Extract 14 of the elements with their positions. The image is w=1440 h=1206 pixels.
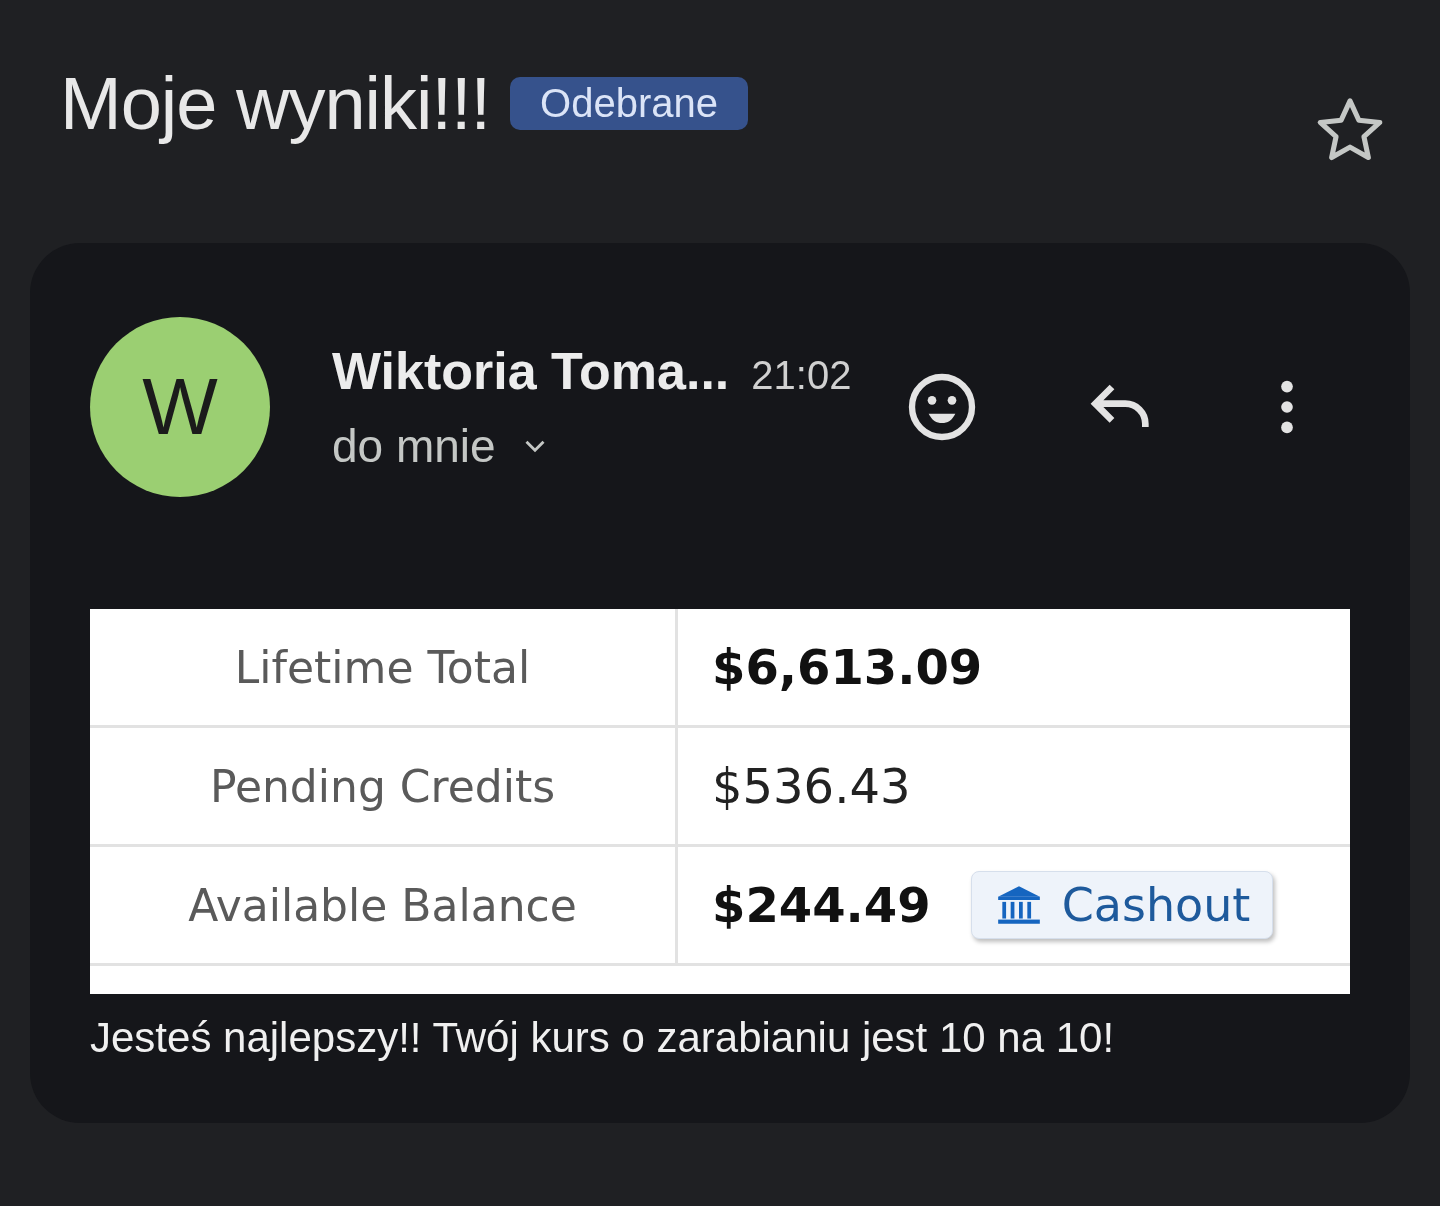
message-time: 21:02 [751, 353, 852, 398]
message-text: Jesteś najlepszy!! Twój kurs o zarabianiu jest 10 na 10! [90, 1014, 1116, 1062]
recipient-toggle[interactable]: do mnie [332, 419, 552, 473]
amount: $6,613.09 [712, 639, 983, 695]
sender-name: Wiktoria Toma... [332, 341, 730, 401]
table-cell: Lifetime Total [90, 609, 678, 725]
email-subject: Moje wyniki!!! [60, 60, 491, 146]
table-cell: Available Balance [90, 847, 678, 963]
table-cell: Pending Credits [90, 728, 678, 844]
sender-avatar: W [90, 317, 270, 497]
amount: $244.49 [712, 877, 931, 933]
amount: $536.43 [712, 758, 911, 814]
label-chip[interactable]: Odebrane [510, 76, 749, 130]
cashout-button[interactable]: Cashout [970, 871, 1274, 939]
